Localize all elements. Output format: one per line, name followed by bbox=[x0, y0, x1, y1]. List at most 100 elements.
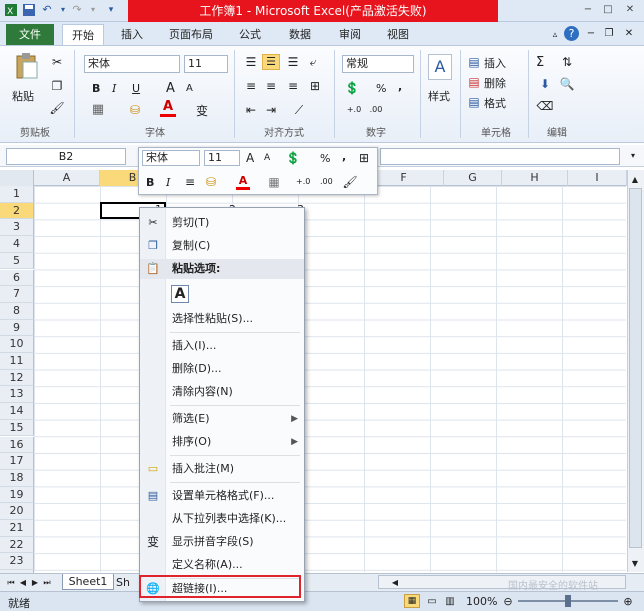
save-icon[interactable] bbox=[22, 3, 36, 17]
styles-icon[interactable]: A bbox=[428, 54, 452, 80]
mini-currency-icon[interactable]: 💲 bbox=[284, 150, 302, 166]
borders-icon[interactable]: ▦ bbox=[90, 102, 106, 118]
menu-item-paste-special[interactable]: 选择性粘贴(S)... bbox=[140, 308, 304, 330]
autosum-button[interactable]: Σ bbox=[536, 55, 544, 70]
menu-item-filter[interactable]: 筛选(E) ▶ bbox=[140, 408, 304, 430]
fill-icon[interactable]: ⬇ bbox=[536, 76, 554, 92]
comma-button[interactable]: , bbox=[398, 80, 402, 93]
undo-icon[interactable]: ↶ bbox=[40, 3, 54, 17]
paste-button[interactable]: 粘贴 bbox=[12, 88, 34, 104]
last-sheet-icon[interactable]: ⏭ bbox=[42, 575, 52, 591]
mini-borders-icon[interactable]: ▦ bbox=[266, 174, 282, 190]
scroll-left-icon[interactable]: ◀ bbox=[390, 575, 400, 591]
zoom-level[interactable]: 100% bbox=[466, 595, 497, 608]
row-header[interactable]: 13 bbox=[0, 386, 34, 404]
row-header[interactable]: 7 bbox=[0, 286, 34, 303]
row-header[interactable]: 14 bbox=[0, 403, 34, 420]
percent-button[interactable]: % bbox=[376, 82, 386, 95]
tab-home[interactable]: 开始 bbox=[62, 24, 104, 45]
row-header[interactable]: 10 bbox=[0, 336, 34, 353]
row-header[interactable]: 6 bbox=[0, 269, 34, 287]
row-header[interactable]: 8 bbox=[0, 302, 34, 320]
zoom-slider-thumb[interactable] bbox=[565, 595, 571, 607]
menu-item-cut[interactable]: ✂ 剪切(T) bbox=[140, 212, 304, 234]
menu-item-insert[interactable]: 插入(I)... bbox=[140, 335, 304, 357]
menu-item-define-name[interactable]: 定义名称(A)... bbox=[140, 554, 304, 576]
tab-review[interactable]: 审阅 bbox=[330, 24, 370, 45]
menu-item-clear-contents[interactable]: 清除内容(N) bbox=[140, 381, 304, 403]
row-header[interactable]: 5 bbox=[0, 252, 34, 270]
row-header[interactable]: 1 bbox=[0, 186, 34, 203]
column-header-i[interactable]: I bbox=[568, 170, 627, 186]
clear-icon[interactable]: ⌫ bbox=[536, 98, 554, 114]
page-layout-view-icon[interactable]: ▭ bbox=[424, 594, 440, 610]
minimize-ribbon-icon[interactable]: ▵ bbox=[548, 27, 562, 43]
help-icon[interactable]: ? bbox=[564, 26, 579, 41]
mini-shrink-font-button[interactable]: A bbox=[264, 153, 270, 163]
zoom-out-icon[interactable]: ⊖ bbox=[502, 594, 514, 610]
insert-cells-icon[interactable]: ▤ bbox=[466, 54, 482, 70]
merge-center-icon[interactable]: ⊞ bbox=[304, 78, 326, 94]
format-painter-icon[interactable]: 🖌 bbox=[48, 100, 66, 116]
font-name-combo[interactable]: 宋体 bbox=[84, 55, 180, 73]
column-header-h[interactable]: H bbox=[502, 170, 568, 186]
mini-center-icon[interactable]: ≡ bbox=[182, 174, 198, 190]
vertical-scroll-thumb[interactable] bbox=[629, 188, 642, 548]
mini-merge-icon[interactable]: ⊞ bbox=[356, 150, 372, 166]
scroll-down-icon[interactable]: ▼ bbox=[628, 556, 642, 572]
sort-filter-icon[interactable]: ⇅ bbox=[558, 54, 576, 70]
menu-item-copy[interactable]: ❐ 复制(C) bbox=[140, 235, 304, 257]
currency-icon[interactable]: 💲 bbox=[342, 80, 362, 96]
mini-italic-button[interactable]: I bbox=[166, 176, 170, 189]
paste-keep-text-button[interactable]: A bbox=[171, 285, 189, 303]
delete-cells-icon[interactable]: ▤ bbox=[466, 74, 482, 90]
row-header[interactable]: 16 bbox=[0, 436, 34, 454]
row-header[interactable]: 2 bbox=[0, 202, 34, 220]
increase-indent-icon[interactable]: ⇥ bbox=[262, 102, 280, 118]
formula-input[interactable] bbox=[380, 148, 620, 165]
paste-icon[interactable] bbox=[14, 52, 40, 82]
customize-qat-icon[interactable]: ▾ bbox=[104, 3, 118, 17]
decrease-decimal-icon[interactable]: .00 bbox=[366, 102, 386, 118]
mini-font-combo[interactable]: 宋体 bbox=[142, 150, 200, 166]
close-button[interactable]: ✕ bbox=[622, 3, 638, 17]
mini-comma-button[interactable]: , bbox=[342, 150, 346, 163]
tab-file[interactable]: 文件 bbox=[6, 24, 54, 45]
sheet-tab-sheet2[interactable]: Sh bbox=[116, 575, 140, 590]
menu-item-insert-comment[interactable]: ▭ 插入批注(M) bbox=[140, 458, 304, 480]
insert-cells-button[interactable]: 插入 bbox=[484, 55, 506, 71]
row-header[interactable]: 17 bbox=[0, 453, 34, 470]
shrink-font-button[interactable]: A bbox=[186, 83, 193, 94]
format-cells-icon[interactable]: ▤ bbox=[466, 94, 482, 110]
row-header[interactable]: 12 bbox=[0, 369, 34, 387]
styles-button[interactable]: 样式 bbox=[428, 88, 450, 104]
mini-size-combo[interactable]: 11 bbox=[204, 150, 240, 166]
undo-dropdown-icon[interactable]: ▾ bbox=[56, 3, 70, 17]
select-all-corner[interactable] bbox=[0, 170, 34, 186]
row-header[interactable]: 15 bbox=[0, 419, 34, 437]
phonetic-button[interactable]: 变 bbox=[196, 102, 208, 119]
workbook-restore-icon[interactable]: ❐ bbox=[602, 26, 616, 42]
name-box[interactable]: B2 bbox=[6, 148, 126, 165]
format-cells-button[interactable]: 格式 bbox=[484, 95, 506, 111]
menu-item-phonetic[interactable]: 变 显示拼音字段(S) bbox=[140, 531, 304, 553]
number-format-combo[interactable]: 常规 bbox=[342, 55, 414, 73]
scroll-up-icon[interactable]: ▲ bbox=[628, 172, 642, 188]
bold-button[interactable]: B bbox=[92, 82, 100, 95]
font-color-icon[interactable]: A bbox=[160, 100, 176, 117]
redo-icon[interactable]: ↷ bbox=[70, 3, 84, 17]
zoom-in-icon[interactable]: ⊕ bbox=[622, 594, 634, 610]
sheet-tab-sheet1[interactable]: Sheet1 bbox=[62, 574, 114, 590]
mini-format-painter-icon[interactable]: 🖌 bbox=[342, 174, 358, 190]
align-left-icon[interactable]: ≡ bbox=[242, 78, 260, 94]
row-header[interactable]: 9 bbox=[0, 319, 34, 337]
mini-grow-font-button[interactable]: A bbox=[246, 151, 254, 165]
tab-formulas[interactable]: 公式 bbox=[230, 24, 270, 45]
cell-grid[interactable] bbox=[34, 186, 626, 572]
align-middle-icon[interactable]: ☰ bbox=[262, 54, 280, 70]
menu-item-delete[interactable]: 删除(D)... bbox=[140, 358, 304, 380]
menu-item-sort[interactable]: 排序(O) ▶ bbox=[140, 431, 304, 453]
mini-increase-decimal-button[interactable]: +.0 bbox=[296, 177, 310, 186]
delete-cells-button[interactable]: 删除 bbox=[484, 75, 506, 91]
grow-font-button[interactable]: A bbox=[166, 81, 175, 96]
